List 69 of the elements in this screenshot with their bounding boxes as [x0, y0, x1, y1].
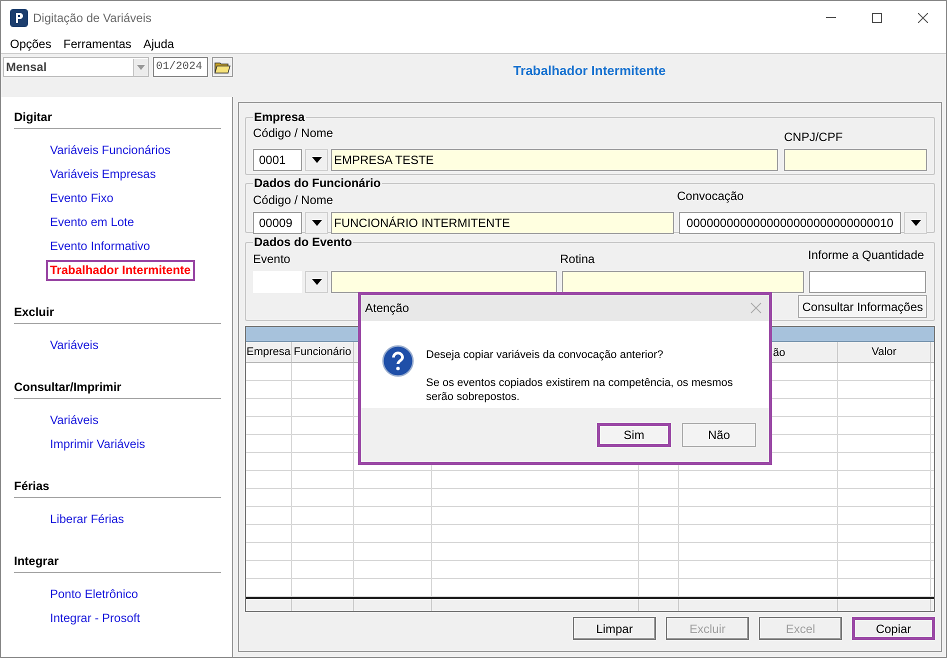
field-label: Evento — [253, 252, 290, 266]
field-label: CNPJ/CPF — [784, 130, 843, 144]
input-field[interactable]: 00009 — [253, 212, 302, 234]
field-label: Código / Nome — [253, 193, 334, 207]
section-heading: Férias — [14, 478, 221, 498]
column-header: Empresa — [246, 344, 291, 360]
sidebar-link[interactable]: Evento Fixo — [47, 189, 116, 208]
open-folder-button[interactable] — [212, 57, 233, 77]
dropdown-button[interactable] — [305, 271, 328, 293]
folder-icon — [214, 60, 232, 74]
dialog-button[interactable]: Sim — [597, 423, 671, 447]
dialog-message: Deseja copiar variáveis da convocação anterior? — [426, 348, 664, 362]
sidebar-link[interactable]: Ponto Eletrônico — [47, 585, 142, 604]
close-icon — [750, 302, 762, 314]
section-heading: Integrar — [14, 553, 221, 573]
input-field[interactable]: 0001 — [253, 149, 302, 171]
event-name-field[interactable] — [331, 271, 557, 293]
menu-item[interactable]: Opções — [10, 34, 52, 52]
cnpj-field[interactable] — [784, 149, 927, 171]
menu-item[interactable]: Ferramentas — [63, 34, 132, 52]
section-heading: Consultar/Imprimir — [14, 379, 221, 399]
app-logo-icon — [10, 8, 28, 26]
column-header: Valor — [872, 344, 896, 360]
page-title: Trabalhador Intermitente — [513, 62, 666, 80]
menu-item[interactable]: Ajuda — [143, 34, 174, 52]
sidebar-link[interactable]: Integrar - Prosoft — [47, 609, 144, 628]
sidebar-link[interactable]: Variáveis — [47, 411, 102, 430]
field-label: Convocação — [677, 188, 744, 205]
dropdown-button[interactable] — [904, 212, 927, 234]
column-header: ão — [773, 346, 786, 361]
field-label: Informe a Quantidade — [808, 247, 924, 264]
window-title: Digitação de Variáveis — [33, 10, 152, 26]
sidebar-link[interactable]: Evento Informativo — [47, 237, 154, 256]
caret-icon — [312, 220, 322, 226]
sidebar-link[interactable]: Liberar Férias — [47, 510, 128, 529]
caret-icon — [312, 157, 322, 163]
input-field[interactable]: 0000000000000000000000000000010 — [679, 212, 901, 234]
routine-field[interactable] — [562, 271, 804, 293]
section-heading: Digitar — [14, 109, 221, 129]
competence-field[interactable]: 01/2024 — [152, 57, 208, 77]
field-label: Código / Nome — [253, 125, 334, 142]
sidebar-link[interactable]: Imprimir Variáveis — [47, 435, 148, 454]
caret-icon — [910, 220, 920, 226]
maximize-icon — [872, 12, 882, 22]
column-header: Funcionário — [294, 344, 352, 360]
minimize-icon — [826, 17, 836, 18]
consult-button[interactable]: Consultar Informações — [798, 295, 927, 318]
question-icon — [382, 345, 414, 377]
action-button[interactable]: Limpar — [573, 617, 656, 640]
dropdown-button[interactable] — [305, 149, 328, 171]
action-button[interactable]: Copiar — [852, 617, 935, 640]
sidebar-link[interactable]: Variáveis Empresas — [47, 165, 159, 184]
quantity-field[interactable] — [809, 271, 926, 293]
sidebar-link[interactable]: Variáveis — [47, 336, 102, 355]
sidebar-link[interactable]: Variáveis Funcionários — [47, 141, 174, 160]
dropdown-button[interactable] — [305, 212, 328, 234]
sidebar-link[interactable]: Trabalhador Intermitente — [47, 261, 194, 280]
dialog-detail: Se os eventos copiados existirem na competência, os mesmos serão sobrepostos. — [426, 376, 734, 404]
caret-icon — [136, 64, 145, 70]
section-heading: Excluir — [14, 304, 221, 324]
input-field[interactable]: EMPRESA TESTE — [331, 149, 778, 171]
caret-icon — [312, 279, 322, 285]
sidebar-link[interactable]: Evento em Lote — [47, 213, 138, 232]
input-field[interactable]: FUNCIONÁRIO INTERMITENTE — [331, 212, 674, 234]
close-icon — [918, 12, 928, 22]
dialog-button[interactable]: Não — [682, 423, 756, 447]
field-label: Rotina — [560, 252, 595, 266]
period-dropdown[interactable]: Mensal — [3, 57, 149, 77]
dialog-title: Atenção — [365, 300, 410, 317]
